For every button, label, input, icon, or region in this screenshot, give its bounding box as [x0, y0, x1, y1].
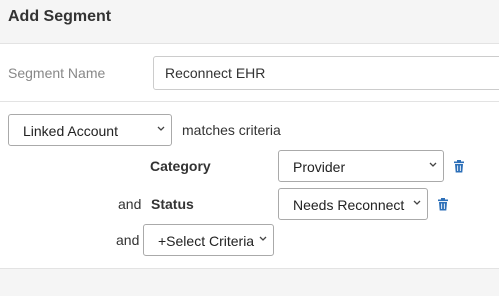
add-criteria-conjunction-and: and [116, 232, 140, 248]
criterion-conjunction-and: and [118, 196, 142, 212]
delete-category-trash-icon[interactable] [453, 160, 465, 173]
select-criteria-dropdown[interactable]: +Select Criteria [143, 224, 274, 256]
status-select-value: Needs Reconnect [293, 197, 405, 213]
chevron-down-icon [413, 200, 421, 205]
chevron-down-icon [429, 162, 437, 167]
segment-name-row: Segment Name [0, 44, 499, 102]
category-select-value: Provider [293, 159, 346, 175]
criterion-label-category: Category [150, 158, 211, 174]
segment-name-label: Segment Name [8, 65, 106, 81]
dialog-header: Add Segment [0, 0, 499, 44]
select-criteria-value: +Select Criteria [158, 233, 255, 249]
dialog-footer [0, 268, 499, 296]
matches-criteria-text: matches criteria [182, 122, 281, 138]
status-select[interactable]: Needs Reconnect [278, 188, 428, 220]
category-select[interactable]: Provider [278, 150, 444, 182]
account-select-value: Linked Account [23, 123, 118, 139]
account-select[interactable]: Linked Account [8, 114, 172, 146]
criterion-label-status: Status [151, 196, 194, 212]
delete-status-trash-icon[interactable] [437, 198, 449, 211]
dialog-title: Add Segment [8, 8, 112, 25]
segment-name-input[interactable] [153, 56, 499, 90]
chevron-down-icon [259, 236, 267, 241]
chevron-down-icon [157, 126, 165, 131]
